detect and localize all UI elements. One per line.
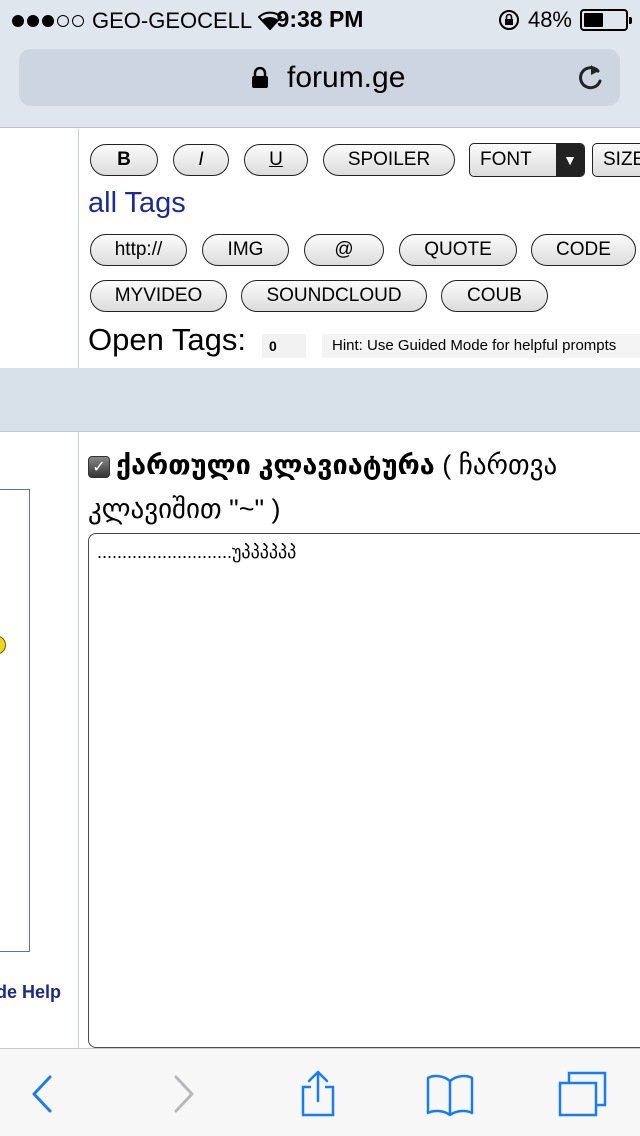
- size-select[interactable]: SIZE: [592, 143, 640, 177]
- back-icon[interactable]: [18, 1069, 68, 1119]
- font-select-value: FONT: [480, 149, 532, 170]
- status-right: 48%: [498, 7, 632, 33]
- underline-button[interactable]: U: [244, 144, 308, 176]
- myvideo-tag-button[interactable]: MYVIDEO: [90, 280, 227, 312]
- coub-tag-button[interactable]: COUB: [441, 280, 548, 312]
- status-bar: GEO-GEOCELL 9:38 PM 48%: [0, 0, 640, 40]
- share-icon[interactable]: [293, 1069, 343, 1119]
- chevron-down-icon: ▼: [556, 144, 584, 176]
- battery-icon: [580, 9, 632, 31]
- guide-help-link[interactable]: de Help: [0, 982, 61, 1003]
- img-tag-button[interactable]: IMG: [202, 234, 289, 266]
- checkmark-icon: ✓: [92, 459, 106, 476]
- rotation-lock-icon: [498, 10, 519, 30]
- url-text: forum.ge: [287, 61, 406, 94]
- forward-icon[interactable]: [158, 1069, 208, 1119]
- code-tag-button[interactable]: CODE: [531, 234, 636, 266]
- section-divider-band: [0, 368, 640, 432]
- url-tag-button[interactable]: http://: [90, 234, 187, 266]
- all-tags-link[interactable]: all Tags: [88, 187, 186, 220]
- battery-percent: 48%: [527, 7, 572, 32]
- georgian-keyboard-label: ქართული კლავიატურა ( ჩართვა: [116, 450, 557, 481]
- message-textarea[interactable]: ...........................უპპპპპპ: [88, 533, 640, 1048]
- left-column-lower: [0, 432, 79, 1050]
- open-tags-count: 0: [262, 334, 306, 358]
- georgian-keyboard-hint-line2: კლავიშით "~" ): [88, 494, 281, 524]
- italic-button[interactable]: I: [173, 144, 229, 176]
- spoiler-button[interactable]: SPOILER: [323, 144, 455, 176]
- bookmarks-icon[interactable]: [425, 1069, 475, 1119]
- reload-icon[interactable]: [576, 63, 604, 93]
- tabs-icon[interactable]: [557, 1069, 607, 1119]
- left-column: [0, 129, 79, 368]
- font-select[interactable]: FONT ▼: [469, 143, 585, 177]
- soundcloud-tag-button[interactable]: SOUNDCLOUD: [241, 280, 427, 312]
- open-tags-label: Open Tags:: [88, 322, 246, 357]
- bold-button[interactable]: B: [90, 144, 158, 176]
- georgian-keyboard-checkbox[interactable]: ✓: [88, 456, 110, 478]
- georgian-keyboard-title: ქართული კლავიატურა: [116, 450, 435, 480]
- size-select-value: SIZE: [603, 149, 640, 170]
- mention-tag-button[interactable]: @: [304, 234, 384, 266]
- message-text: ...........................უპპპპპპ: [97, 542, 297, 562]
- quote-tag-button[interactable]: QUOTE: [399, 234, 517, 266]
- georgian-keyboard-hint: ( ჩართვა: [434, 450, 558, 480]
- browser-chrome: forum.ge: [0, 40, 640, 128]
- smiley-panel: [0, 489, 30, 952]
- browser-toolbar: [0, 1048, 640, 1136]
- lock-icon: [252, 67, 268, 88]
- address-bar[interactable]: forum.ge: [19, 49, 620, 106]
- hint-text: Hint: Use Guided Mode for helpful prompt…: [322, 334, 640, 358]
